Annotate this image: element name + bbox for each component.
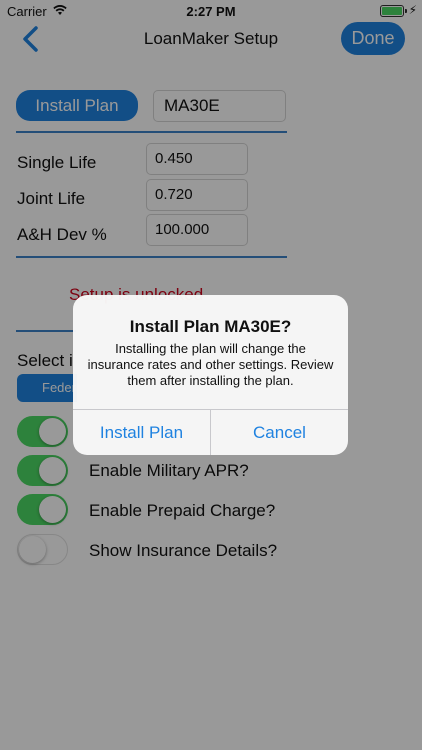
alert-cancel-button[interactable]: Cancel xyxy=(211,410,348,455)
alert-install-plan-button[interactable]: Install Plan xyxy=(73,410,210,455)
alert-message: Installing the plan will change the insu… xyxy=(87,341,334,388)
alert-title: Install Plan MA30E? xyxy=(129,317,292,336)
install-plan-alert: Install Plan MA30E? Installing the plan … xyxy=(73,295,348,455)
